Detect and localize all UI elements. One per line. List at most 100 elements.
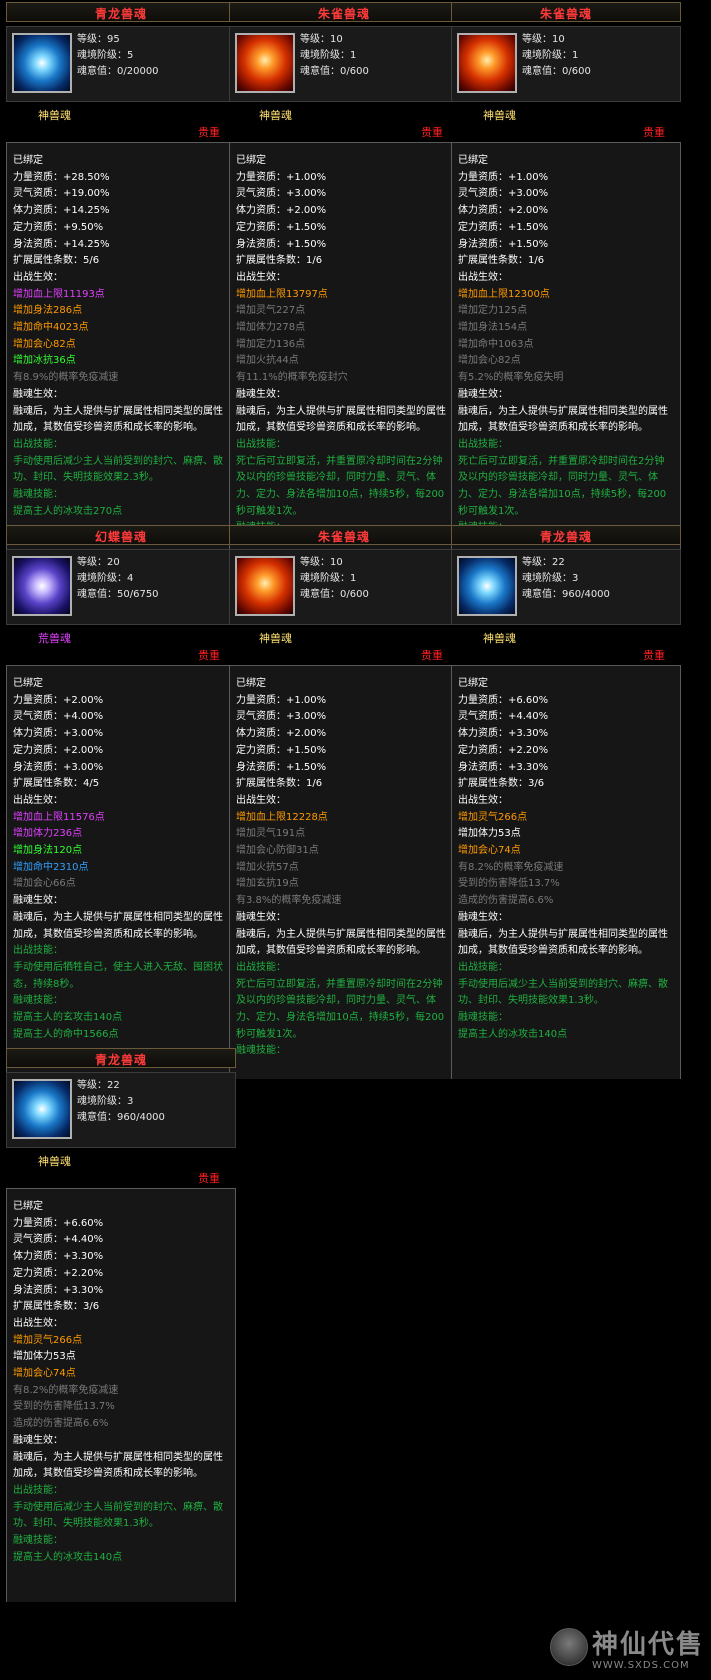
detail-line: 出战生效： <box>458 271 508 283</box>
detail-line: 出战生效： <box>236 794 286 806</box>
detail-line: 体力资质：+14.25% <box>13 205 110 217</box>
card-stats: 等级：22 魂境阶级：3 魂意值：960/4000 <box>77 1078 165 1126</box>
detail-line: 体力资质：+2.00% <box>236 205 327 217</box>
level-text: 等级：95 <box>77 34 120 45</box>
detail-line: 增加身法286点 <box>13 305 83 317</box>
detail-line: 体力资质：+3.30% <box>13 1251 104 1263</box>
watermark-brand: 神仙代售 <box>592 1630 705 1660</box>
detail-line: 融魂生效： <box>458 911 508 923</box>
detail-line: 提高主人的冰攻击140点 <box>458 1028 568 1040</box>
detail-line: 出战技能： <box>13 438 63 450</box>
detail-line: 已绑定 <box>458 155 488 166</box>
detail-line: 有5.2%的概率免疫失明 <box>458 372 564 384</box>
card-header: 等级：10 魂境阶级：1 魂意值：0/600 <box>451 26 681 102</box>
detail-line: 提高主人的冰攻击270点 <box>13 505 123 517</box>
level-text: 等级：22 <box>522 557 565 568</box>
soul-type: 神兽魂 <box>483 109 516 122</box>
detail-line: 身法资质：+1.50% <box>458 238 549 250</box>
detail-line: 融魂技能： <box>458 1012 508 1024</box>
detail-line: 增加会心74点 <box>13 1368 76 1380</box>
detail-line: 出战技能： <box>13 945 63 957</box>
detail-line: 增加会心82点 <box>13 338 76 350</box>
detail-line: 手动使用后牺牲自己，使主人进入无敌、囤困状态，持续8秒。 <box>13 961 223 990</box>
card-type-row: 荒兽魂 贵重 <box>6 627 236 663</box>
zhuque-soul-icon <box>235 556 295 616</box>
detail-line: 身法资质：+1.50% <box>236 761 327 773</box>
detail-line: 力量资质：+6.60% <box>13 1217 104 1229</box>
detail-line: 融魂技能： <box>13 1535 63 1547</box>
detail-line: 有3.8%的概率免疫减速 <box>236 895 342 907</box>
soul-card: 青龙兽魂 等级：22 魂境阶级：3 魂意值：960/4000 神兽魂 贵重 已绑定 力量资质：… <box>449 523 683 1079</box>
detail-line: 增加定力136点 <box>236 338 306 350</box>
qinglong-soul-icon <box>12 33 72 93</box>
detail-line: 力量资质：+1.00% <box>236 694 327 706</box>
huandie-soul-icon <box>12 556 72 616</box>
soul-card: 朱雀兽魂 等级：10 魂境阶级：1 魂意值：0/600 神兽魂 贵重 已绑定 力量资质：+1.… <box>227 0 461 556</box>
card-title-bar: 青龙兽魂 <box>6 1048 236 1068</box>
realm-text: 魂境阶级：1 <box>522 50 579 61</box>
card-title: 朱雀兽魂 <box>539 7 592 21</box>
detail-line: 增加命中1063点 <box>458 338 534 350</box>
card-title: 朱雀兽魂 <box>317 530 370 544</box>
card-title: 青龙兽魂 <box>94 7 147 21</box>
detail-line: 增加灵气266点 <box>458 811 528 823</box>
detail-line: 灵气资质：+19.00% <box>13 188 110 200</box>
detail-line: 融魂后，为主人提供与扩展属性相同类型的属性加成，其数值受珍兽资质和成长率的影响。 <box>13 405 223 434</box>
detail-line: 增加玄抗19点 <box>236 878 299 890</box>
card-title: 朱雀兽魂 <box>317 7 370 21</box>
card-title: 幻蝶兽魂 <box>94 530 147 544</box>
card-details: 已绑定 力量资质：+6.60% 灵气资质：+4.40% 体力资质：+3.30% 定力资质… <box>6 1188 236 1602</box>
detail-line: 融魂生效： <box>236 911 286 923</box>
realm-text: 魂境阶级：4 <box>77 573 134 584</box>
soul-type: 神兽魂 <box>38 109 71 122</box>
detail-line: 受到的伤害降低13.7% <box>13 1401 115 1413</box>
rarity-label: 贵重 <box>421 649 443 662</box>
detail-line: 力量资质：+1.00% <box>458 171 549 183</box>
card-stats: 等级：95 魂境阶级：5 魂意值：0/20000 <box>77 32 159 80</box>
detail-line: 扩展属性条数：3/6 <box>458 778 545 790</box>
detail-line: 已绑定 <box>236 678 266 689</box>
card-title-bar: 青龙兽魂 <box>451 525 681 545</box>
soul-value-text: 魂意值：0/600 <box>300 589 369 600</box>
detail-line: 增加灵气227点 <box>236 305 306 317</box>
detail-line: 增加体力53点 <box>458 828 521 840</box>
detail-line: 融魂生效： <box>13 388 63 400</box>
card-stats: 等级：10 魂境阶级：1 魂意值：0/600 <box>300 32 369 80</box>
card-type-row: 神兽魂 贵重 <box>451 104 681 140</box>
card-title-bar: 幻蝶兽魂 <box>6 525 236 545</box>
detail-line: 出战技能： <box>236 438 286 450</box>
rarity-label: 贵重 <box>198 649 220 662</box>
soul-type: 神兽魂 <box>259 109 292 122</box>
detail-line: 已绑定 <box>13 1201 43 1212</box>
soul-type: 神兽魂 <box>259 632 292 645</box>
detail-line: 出战生效： <box>13 794 63 806</box>
detail-line: 手动使用后减少主人当前受到的封穴、麻痹、散功、封印、失明技能效果2.3秒。 <box>13 455 223 484</box>
card-type-row: 神兽魂 贵重 <box>6 104 236 140</box>
soul-type: 神兽魂 <box>38 1155 71 1168</box>
detail-line: 定力资质：+1.50% <box>458 221 549 233</box>
soul-value-text: 魂意值：0/600 <box>300 66 369 77</box>
card-details: 已绑定 力量资质：+6.60% 灵气资质：+4.40% 体力资质：+3.30% 定力资质… <box>451 665 681 1079</box>
detail-line: 定力资质：+1.50% <box>236 744 327 756</box>
card-header: 等级：20 魂境阶级：4 魂意值：50/6750 <box>6 549 236 625</box>
detail-line: 扩展属性条数：1/6 <box>236 255 323 267</box>
detail-line: 灵气资质：+4.40% <box>458 711 549 723</box>
card-header: 等级：22 魂境阶级：3 魂意值：960/4000 <box>451 549 681 625</box>
card-header: 等级：95 魂境阶级：5 魂意值：0/20000 <box>6 26 236 102</box>
detail-line: 增加会心66点 <box>13 878 76 890</box>
level-text: 等级：10 <box>300 34 343 45</box>
realm-text: 魂境阶级：5 <box>77 50 134 61</box>
detail-line: 提高主人的冰攻击140点 <box>13 1551 123 1563</box>
detail-line: 有8.9%的概率免疫减速 <box>13 372 119 384</box>
detail-line: 融魂生效： <box>458 388 508 400</box>
soul-value-text: 魂意值：50/6750 <box>77 589 159 600</box>
detail-line: 增加火抗44点 <box>236 355 299 367</box>
soul-card: 青龙兽魂 等级：22 魂境阶级：3 魂意值：960/4000 神兽魂 贵重 已绑定 力量资质：… <box>4 1046 238 1602</box>
detail-line: 力量资质：+1.00% <box>236 171 327 183</box>
detail-line: 增加冰抗36点 <box>13 355 76 367</box>
detail-line: 定力资质：+2.20% <box>13 1267 104 1279</box>
level-text: 等级：10 <box>300 557 343 568</box>
card-stats: 等级：10 魂境阶级：1 魂意值：0/600 <box>300 555 369 603</box>
detail-line: 手动使用后减少主人当前受到的封穴、麻痹、散功、封印、失明技能效果1.3秒。 <box>458 978 668 1007</box>
level-text: 等级：22 <box>77 1080 120 1091</box>
